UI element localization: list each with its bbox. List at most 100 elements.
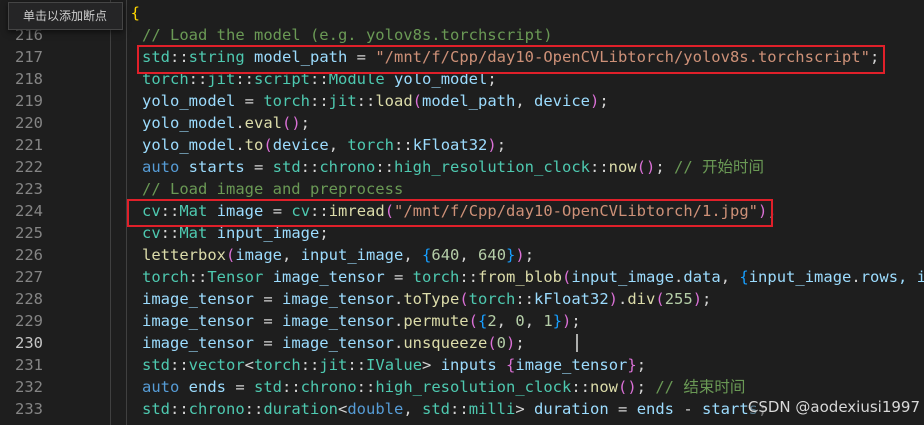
code-text[interactable]: auto starts = std::chrono::high_resoluti… xyxy=(142,156,764,178)
code-text[interactable]: // Load image and preprocess xyxy=(142,178,403,200)
code-token: , xyxy=(403,246,423,264)
code-token: . xyxy=(393,312,404,330)
code-token: chrono xyxy=(300,378,357,396)
code-line[interactable]: 231 std::vector<torch::jit::IValue> input… xyxy=(0,354,924,376)
line-number[interactable]: 228 xyxy=(0,288,43,310)
breakpoint-tooltip: 单击以添加断点 xyxy=(8,2,123,30)
line-number[interactable]: 221 xyxy=(0,134,43,156)
line-number[interactable]: 225 xyxy=(0,222,43,244)
code-text[interactable]: image_tensor = image_tensor.toType(torch… xyxy=(142,288,711,310)
line-number[interactable]: 224 xyxy=(0,200,43,222)
code-line[interactable]: 222 auto starts = std::chrono::high_resol… xyxy=(0,156,924,178)
code-token: torch xyxy=(142,268,189,286)
code-token: kFloat32 xyxy=(534,290,609,308)
code-editor[interactable]: y {216// Load the model (e.g. yolov8s.to… xyxy=(0,0,924,425)
highlight-box-model-path xyxy=(137,45,885,74)
code-token: yolo_model xyxy=(142,114,236,132)
code-token: :: xyxy=(188,268,208,286)
code-token: < xyxy=(244,356,255,374)
code-token: IValue xyxy=(366,356,423,374)
code-token: , in xyxy=(898,268,924,286)
code-token: std xyxy=(272,158,301,176)
code-line[interactable]: 219 yolo_model = torch::jit::load(model_p… xyxy=(0,90,924,112)
code-token: ends xyxy=(188,378,226,396)
code-line[interactable]: 229 image_tensor = image_tensor.permute({… xyxy=(0,310,924,332)
code-token: ) xyxy=(692,290,703,308)
code-token: image_tensor xyxy=(142,334,254,352)
code-token: unsqueeze xyxy=(403,334,488,352)
code-token: jit xyxy=(319,356,348,374)
line-number[interactable]: 232 xyxy=(0,376,43,398)
code-line[interactable]: 232 auto ends = std::chrono::high_resolut… xyxy=(0,376,924,398)
code-token: ; xyxy=(636,378,656,396)
code-text[interactable]: auto ends = std::chrono::high_resolution… xyxy=(142,376,745,398)
code-line[interactable]: 226 letterbox(image, input_image, {640, 6… xyxy=(0,244,924,266)
code-token: { xyxy=(477,312,488,330)
code-text[interactable]: // Load the model (e.g. yolov8s.torchscr… xyxy=(142,24,553,46)
code-token: input_image xyxy=(300,246,404,264)
code-line[interactable]: 220 yolo_model.eval(); xyxy=(0,112,924,134)
line-number[interactable]: 226 xyxy=(0,244,43,266)
line-number[interactable]: 230 xyxy=(0,332,43,354)
line-number[interactable]: 222 xyxy=(0,156,43,178)
code-token: auto xyxy=(142,158,180,176)
code-text[interactable]: image_tensor = image_tensor.permute({2, … xyxy=(142,310,581,332)
line-number[interactable]: 223 xyxy=(0,178,43,200)
code-text[interactable]: yolo_model.to(device, torch::kFloat32); xyxy=(142,134,506,156)
code-token: , xyxy=(515,92,535,110)
highlight-box-imread xyxy=(127,199,773,227)
code-token: { xyxy=(422,246,432,264)
code-token: std xyxy=(422,400,451,418)
code-line[interactable]: 221 yolo_model.to(device, torch::kFloat32… xyxy=(0,134,924,156)
code-line[interactable]: 216// Load the model (e.g. yolov8s.torch… xyxy=(0,24,924,46)
code-text[interactable]: letterbox(image, input_image, {640, 640}… xyxy=(142,244,534,266)
code-token: milli xyxy=(468,400,516,418)
code-token: inputs xyxy=(440,356,497,374)
code-token: :: xyxy=(170,356,189,374)
line-number[interactable]: 229 xyxy=(0,310,43,332)
code-token: { xyxy=(130,4,141,22)
line-number[interactable]: 231 xyxy=(0,354,43,376)
code-text[interactable]: image_tensor = image_tensor.unsqueeze(0)… xyxy=(142,332,525,354)
code-token: = xyxy=(226,378,254,396)
line-number[interactable]: 217 xyxy=(0,46,43,68)
code-text[interactable]: std::chrono::duration<double, std::milli… xyxy=(142,398,767,420)
line-number[interactable]: 219 xyxy=(0,90,43,112)
code-text[interactable]: std::vector<torch::jit::IValue> inputs {… xyxy=(142,354,646,376)
code-line[interactable]: 227 torch::Tensor image_tensor = torch::f… xyxy=(0,266,924,288)
code-text[interactable]: torch::Tensor image_tensor = torch::from… xyxy=(142,266,924,288)
code-token: // Load image and preprocess xyxy=(142,180,404,198)
line-number[interactable]: 220 xyxy=(0,112,43,134)
code-text[interactable]: yolo_model.eval(); xyxy=(142,112,310,134)
code-token: ; xyxy=(515,334,525,352)
code-token: ; xyxy=(636,356,647,374)
code-line[interactable]: 228 image_tensor = image_tensor.toType(to… xyxy=(0,288,924,310)
code-text[interactable]: yolo_model = torch::jit::load(model_path… xyxy=(142,90,609,112)
line-number[interactable]: 218 xyxy=(0,68,43,90)
code-token: :: xyxy=(450,400,469,418)
code-token: :: xyxy=(375,158,395,176)
code-token: ends xyxy=(636,400,675,418)
code-token: 0 xyxy=(515,312,525,330)
code-token: = xyxy=(608,400,637,418)
code-token: :: xyxy=(571,378,590,396)
code-token: std xyxy=(142,356,170,374)
code-token: ) xyxy=(515,246,525,264)
code-line[interactable]: 230 image_tensor = image_tensor.unsqueeze… xyxy=(0,332,924,354)
code-token: :: xyxy=(300,356,320,374)
line-number[interactable]: 227 xyxy=(0,266,43,288)
code-token: chrono xyxy=(188,400,245,418)
code-token: vector xyxy=(188,356,245,374)
code-line[interactable]: y { xyxy=(0,2,924,24)
code-token: high_resolution_clock xyxy=(394,158,590,176)
code-token: letterbox xyxy=(142,246,226,264)
code-line[interactable]: 223 // Load image and preprocess xyxy=(0,178,924,200)
code-token: image xyxy=(235,246,283,264)
code-token: > xyxy=(422,356,441,374)
line-number[interactable]: 233 xyxy=(0,398,43,420)
code-token: input_image xyxy=(571,268,675,286)
code-token: :: xyxy=(244,400,264,418)
code-token: ) xyxy=(608,290,618,308)
